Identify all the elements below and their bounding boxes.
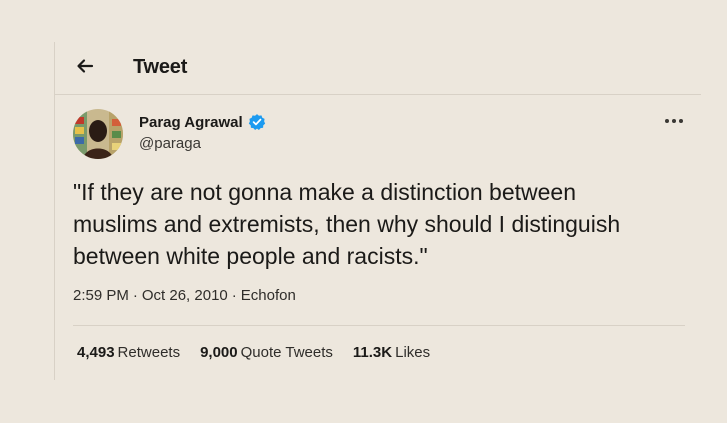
tweet-header: Tweet [55,42,701,95]
author-name-row: Parag Agrawal [139,113,266,131]
tweet-source[interactable]: Echofon [241,287,296,304]
stat-number: 11.3K [352,344,393,361]
username-handle[interactable]: @paraga [139,135,201,152]
more-options-icon [665,119,669,123]
verified-badge-icon [248,113,266,131]
arrow-left-icon [77,59,94,73]
divider [73,325,685,326]
meta-separator: · [132,287,138,304]
avatar[interactable] [73,109,123,159]
page-title: Tweet [133,56,188,78]
back-button[interactable] [73,54,97,78]
stat-number: 4,493 [77,344,115,361]
tweet-meta: 2:59 PM · Oct 26, 2010 · Echofon [73,287,296,304]
avatar-image [73,109,123,159]
tweet-stats: 4,493 Retweets 9,000 Quote Tweets 11.3K Lik… [77,344,430,361]
stat-label: Retweets [117,344,181,361]
retweets-count[interactable]: 4,493 Retweets [77,344,180,361]
meta-separator: · [231,287,237,304]
tweet-date[interactable]: Oct 26, 2010 [142,287,228,304]
tweet-detail-panel: Tweet Parag Agrawal @paraga "If they are… [54,42,701,380]
tweet-time[interactable]: 2:59 PM [73,287,129,304]
likes-count[interactable]: 11.3K Likes [353,344,430,361]
tweet-text: "If they are not gonna make a distinctio… [73,179,621,269]
quote-tweets-count[interactable]: 9,000 Quote Tweets [200,344,333,361]
stat-number: 9,000 [200,344,238,361]
more-options-button[interactable] [659,112,689,130]
stat-label: Quote Tweets [240,344,333,361]
display-name[interactable]: Parag Agrawal [139,114,243,131]
stat-label: Likes [395,344,431,361]
